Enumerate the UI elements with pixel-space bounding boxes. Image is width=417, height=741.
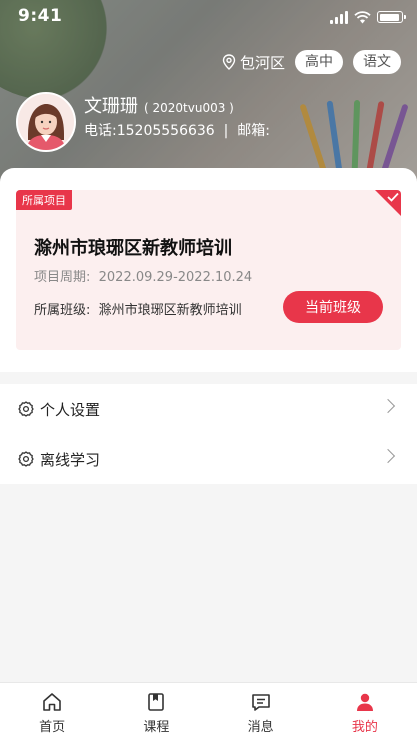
tab-label: 首页: [39, 720, 66, 735]
subject-chip[interactable]: 语文: [353, 50, 401, 74]
tab-messages[interactable]: 消息: [209, 683, 313, 741]
project-title: 滁州市琅琊区新教师培训: [34, 238, 232, 259]
wifi-icon: [354, 10, 371, 23]
user-avatar-illustration: [18, 94, 74, 150]
home-icon: [43, 693, 61, 711]
tab-label: 消息: [247, 720, 274, 735]
project-section: 所属项目 滁州市琅琊区新教师培训 项目周期: 2022.09.29-2022.1…: [0, 168, 417, 372]
user-contact: 电话:15205556636 | 邮箱:: [84, 123, 270, 139]
avatar[interactable]: [16, 92, 76, 152]
menu-item-label: 离线学习: [40, 450, 101, 469]
project-tag: 所属项目: [16, 190, 72, 210]
settings-menu: 个人设置 离线学习: [0, 384, 417, 484]
status-bar: 9:41: [0, 0, 417, 34]
location-pin-icon: [222, 54, 236, 70]
status-time: 9:41: [18, 6, 63, 26]
user-name: 文珊珊: [84, 96, 138, 117]
project-card[interactable]: 所属项目 滁州市琅琊区新教师培训 项目周期: 2022.09.29-2022.1…: [16, 190, 401, 350]
tab-label: 课程: [143, 720, 170, 735]
current-class-button[interactable]: 当前班级: [283, 291, 383, 323]
tab-label: 我的: [351, 720, 378, 735]
location-selector[interactable]: 包河区: [222, 52, 285, 73]
bottom-tab-bar: 首页 课程 消息 我的: [0, 682, 417, 741]
message-icon: [251, 694, 270, 711]
cellular-signal-icon: [330, 10, 348, 24]
tab-mine[interactable]: 我的: [313, 683, 417, 741]
chevron-right-icon: [380, 448, 396, 464]
project-class: 所属班级: 滁州市琅琊区新教师培训: [34, 303, 242, 318]
menu-item-personal-settings[interactable]: 个人设置: [0, 384, 417, 434]
location-label: 包河区: [239, 53, 285, 72]
gear-icon: [18, 451, 34, 467]
battery-icon: [377, 11, 406, 23]
gear-icon: [18, 401, 34, 417]
tab-home[interactable]: 首页: [0, 683, 104, 741]
person-icon: [356, 693, 373, 711]
book-icon: [148, 693, 165, 711]
check-icon: [387, 192, 399, 202]
menu-item-offline-learning[interactable]: 离线学习: [0, 434, 417, 484]
grade-chip[interactable]: 高中: [295, 50, 343, 74]
tab-courses[interactable]: 课程: [104, 683, 208, 741]
project-period: 项目周期: 2022.09.29-2022.10.24: [34, 270, 253, 285]
user-id: ( 2020tvu003 ): [144, 101, 234, 115]
chevron-right-icon: [380, 398, 396, 414]
menu-item-label: 个人设置: [40, 400, 101, 419]
